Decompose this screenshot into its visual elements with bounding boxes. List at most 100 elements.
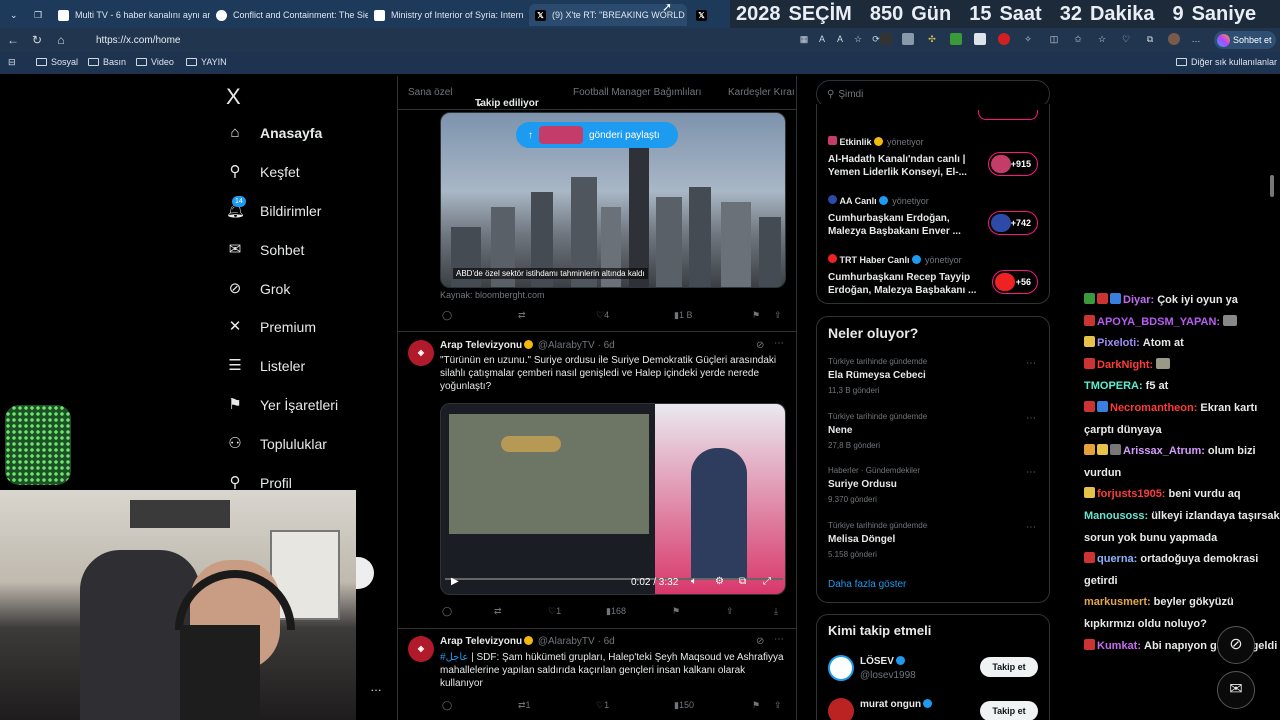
- more-icon[interactable]: ⋯: [1026, 522, 1036, 533]
- suggested-user-name[interactable]: murat ongun: [860, 699, 934, 710]
- tab-football-manager[interactable]: Football Manager Bağımlıları: [573, 87, 701, 98]
- post-header[interactable]: Arap Televizyonu @AlarabyTV · 6d: [440, 636, 615, 647]
- trend-item[interactable]: Ela Rümeysa Cebeci: [828, 370, 926, 381]
- nav-grok[interactable]: ⊘ Grok: [226, 280, 291, 298]
- grok-icon[interactable]: ⊘: [756, 340, 764, 351]
- app-icon[interactable]: ▦: [798, 33, 810, 45]
- x-logo[interactable]: X: [226, 84, 241, 110]
- suggested-user-name[interactable]: LÖSEV: [860, 656, 907, 667]
- retweet-button[interactable]: ⇄ 1: [518, 700, 531, 711]
- reply-icon[interactable]: ◯: [442, 606, 452, 617]
- fullscreen-icon[interactable]: ⤢: [763, 576, 771, 587]
- share-icon[interactable]: ⇪: [774, 310, 782, 321]
- link-source[interactable]: Kaynak: bloomberght.com: [440, 290, 545, 300]
- live-title[interactable]: Cumhurbaşkanı Recep Tayyip Erdoğan, Male…: [828, 271, 978, 297]
- avatar[interactable]: [828, 698, 854, 720]
- trend-item[interactable]: Melisa Döngel: [828, 534, 895, 545]
- volume-icon[interactable]: 🔈︎: [691, 576, 697, 587]
- puzzle-icon[interactable]: ✧: [1022, 33, 1034, 45]
- live-listeners-badge[interactable]: +915: [988, 152, 1038, 176]
- like-button[interactable]: ♡ 1: [596, 700, 609, 711]
- live-listeners-badge[interactable]: +56: [992, 270, 1038, 294]
- pip-icon[interactable]: ⧉: [739, 576, 746, 587]
- browser-tab[interactable]: 𝕏: [690, 4, 714, 26]
- reply-icon[interactable]: ◯: [442, 310, 452, 321]
- translate-icon[interactable]: A: [816, 33, 828, 45]
- like-button[interactable]: ♡ 4: [596, 310, 609, 321]
- home-button[interactable]: ⌂: [52, 31, 70, 49]
- extension-icon[interactable]: [998, 33, 1010, 45]
- video-progress[interactable]: [445, 578, 783, 580]
- workspaces-button[interactable]: ❐: [28, 4, 48, 26]
- live-host[interactable]: AA Canlı yönetiyor: [828, 195, 929, 206]
- split-screen-icon[interactable]: ◫: [1048, 33, 1060, 45]
- show-more-link[interactable]: Daha fazla göster: [828, 579, 906, 590]
- avatar[interactable]: [1168, 33, 1180, 45]
- post-video[interactable]: ▶ 0:02 / 3:32 🔈︎ ⚙ ⧉ ⤢: [440, 403, 786, 595]
- share-icon[interactable]: ⇪: [726, 606, 734, 617]
- bookmark-icon[interactable]: ⚑: [752, 700, 760, 711]
- play-icon[interactable]: ▶: [451, 576, 459, 587]
- live-host[interactable]: TRT Haber Canlı yönetiyor: [828, 254, 962, 265]
- nav-notifications[interactable]: 🔔︎ 14 Bildirimler: [226, 196, 321, 220]
- heart-icon[interactable]: ♡: [1120, 33, 1132, 45]
- live-title[interactable]: Cumhurbaşkanı Erdoğan, Malezya Başbakanı…: [828, 212, 973, 238]
- favorites-icon[interactable]: ✩: [1072, 33, 1084, 45]
- tab-for-you[interactable]: Sana özel: [408, 87, 452, 98]
- trend-item[interactable]: Nene: [828, 425, 852, 436]
- views-button[interactable]: ▮ 168: [606, 606, 626, 617]
- trend-item[interactable]: Suriye Ordusu: [828, 479, 897, 490]
- address-bar[interactable]: https://x.com/home: [82, 31, 712, 49]
- avatar[interactable]: ◈: [408, 340, 434, 366]
- nav-premium[interactable]: ✕ Premium: [226, 318, 316, 336]
- retweet-icon[interactable]: ⇄: [494, 606, 502, 617]
- nav-lists[interactable]: ☰ Listeler: [226, 357, 305, 375]
- nav-bookmarks[interactable]: ⚑ Yer İşaretleri: [226, 396, 338, 414]
- more-icon[interactable]: ⋯: [774, 338, 784, 349]
- copilot-chat-button[interactable]: Sohbet et: [1214, 31, 1276, 49]
- extension-icon[interactable]: ✣: [926, 33, 938, 45]
- grok-icon[interactable]: ⊘: [756, 636, 764, 647]
- back-button[interactable]: ←: [4, 31, 22, 49]
- views-button[interactable]: ▮ 1 B: [674, 310, 692, 321]
- browser-tab[interactable]: Conflict and Containment: The Sie✕: [210, 4, 368, 26]
- avatar[interactable]: [828, 655, 854, 681]
- more-icon[interactable]: …: [370, 680, 382, 694]
- more-icon[interactable]: ⋯: [1026, 467, 1036, 478]
- messages-floating-button[interactable]: ✉: [1217, 671, 1255, 709]
- bookmark-folder[interactable]: Video: [136, 57, 174, 67]
- scrollbar-thumb[interactable]: [1270, 175, 1274, 197]
- hashtag-link[interactable]: #عاجل: [440, 652, 468, 663]
- more-icon[interactable]: ⋯: [774, 634, 784, 645]
- live-host[interactable]: Etkinlik yönetiyor: [828, 136, 924, 147]
- read-aloud-icon[interactable]: A: [834, 33, 846, 45]
- extension-icon[interactable]: [950, 33, 962, 45]
- other-bookmarks[interactable]: Diğer sık kullanılanlar: [1176, 57, 1277, 67]
- extension-icon[interactable]: [974, 33, 986, 45]
- follow-button[interactable]: Takip et: [980, 701, 1038, 720]
- browser-tab[interactable]: Multi TV - 6 haber kanalını aynı an✕: [52, 4, 210, 26]
- live-title[interactable]: Al-Hadath Kanalı'ndan canlı | Yemen Lide…: [828, 153, 973, 179]
- tab-menu-button[interactable]: ⌄: [4, 4, 24, 26]
- browser-tab[interactable]: Ministry of Interior of Syria: Intern✕: [368, 4, 526, 26]
- bookmark-icon[interactable]: ☆: [1096, 33, 1108, 45]
- grok-floating-button[interactable]: ⊘: [1217, 626, 1255, 664]
- tab-kardesler[interactable]: Kardeşler Kıraı: [728, 87, 795, 98]
- live-badge[interactable]: [978, 110, 1038, 120]
- reading-list-button[interactable]: ⊟: [8, 57, 16, 68]
- nav-chat[interactable]: ✉ Sohbet: [226, 241, 305, 259]
- bookmark-icon[interactable]: ⚑: [672, 606, 680, 617]
- share-icon[interactable]: ⇪: [774, 700, 782, 711]
- bookmark-icon[interactable]: ⚑: [752, 310, 760, 321]
- nav-communities[interactable]: ⚇ Topluluklar: [226, 435, 327, 453]
- retweet-icon[interactable]: ⇄: [518, 310, 526, 321]
- avatar[interactable]: ◈: [408, 636, 434, 662]
- bookmark-folder[interactable]: YAYIN: [186, 57, 227, 67]
- collections-icon[interactable]: ⧉: [1144, 33, 1156, 45]
- download-icon[interactable]: ⤓: [774, 606, 778, 617]
- post-header[interactable]: Arap Televizyonu @AlarabyTV · 6d: [440, 340, 615, 351]
- extension-icon[interactable]: [880, 33, 892, 45]
- like-button[interactable]: ♡ 1: [548, 606, 561, 617]
- bookmark-folder[interactable]: Sosyal: [36, 57, 78, 67]
- nav-home[interactable]: ⌂ Anasayfa: [226, 124, 322, 142]
